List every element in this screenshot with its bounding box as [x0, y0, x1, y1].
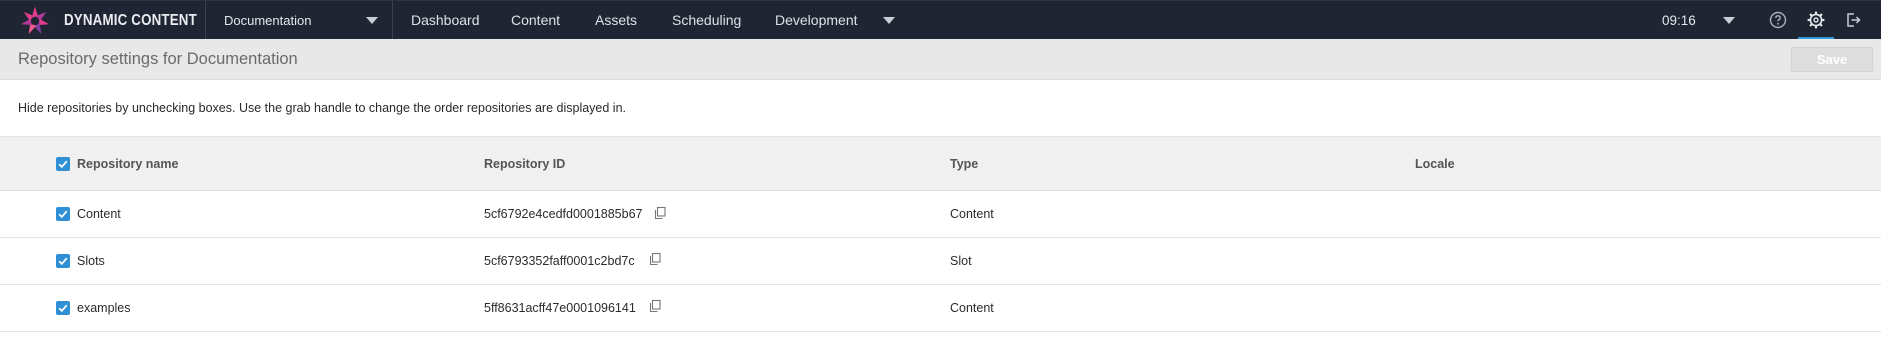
- table-row[interactable]: Slots 5cf6793352faff0001c2bd7c Slot: [0, 238, 1881, 285]
- dynamic-content-logo: [20, 6, 50, 34]
- column-header-locale: Locale: [1415, 157, 1455, 171]
- repository-name: Content: [77, 207, 121, 221]
- hub-selector-label: Documentation: [224, 13, 312, 28]
- page-header: Repository settings for Documentation Sa…: [0, 39, 1881, 80]
- save-button[interactable]: Save: [1791, 47, 1873, 72]
- divider: [205, 1, 206, 40]
- nav-content[interactable]: Content: [511, 1, 560, 40]
- nav-assets[interactable]: Assets: [595, 1, 637, 40]
- row-checkbox[interactable]: [56, 207, 70, 221]
- page-title: Repository settings for Documentation: [18, 50, 298, 68]
- help-icon[interactable]: [1768, 10, 1788, 30]
- repository-id: 5cf6792e4cedfd0001885b67: [484, 207, 643, 221]
- instructions-text: Hide repositories by unchecking boxes. U…: [18, 101, 627, 115]
- repository-id: 5cf6793352faff0001c2bd7c: [484, 254, 635, 268]
- brand-name: DYNAMIC CONTENT: [64, 11, 197, 29]
- copy-icon[interactable]: [653, 206, 667, 220]
- gear-icon[interactable]: [1806, 10, 1826, 30]
- repository-type: Content: [950, 301, 994, 315]
- select-all-checkbox[interactable]: [56, 157, 70, 171]
- table-header: Repository name Repository ID Type Local…: [0, 136, 1881, 191]
- row-checkbox[interactable]: [56, 301, 70, 315]
- repository-name: Slots: [77, 254, 105, 268]
- copy-icon[interactable]: [648, 252, 662, 266]
- nav-scheduling[interactable]: Scheduling: [672, 1, 741, 40]
- repository-id: 5ff8631acff47e0001096141: [484, 301, 636, 315]
- copy-icon[interactable]: [648, 299, 662, 313]
- chevron-down-icon[interactable]: [366, 17, 378, 24]
- repository-type: Content: [950, 207, 994, 221]
- checkbox-checked-icon: [58, 304, 68, 313]
- column-header-repository-name[interactable]: Repository name: [77, 137, 178, 192]
- checkbox-checked-icon: [58, 257, 68, 266]
- chevron-down-icon[interactable]: [883, 17, 895, 24]
- table-row[interactable]: Content 5cf6792e4cedfd0001885b67 Content: [0, 191, 1881, 238]
- top-navigation-bar: DYNAMIC CONTENT Documentation Dashboard …: [0, 0, 1881, 40]
- clock: 09:16: [1662, 13, 1696, 28]
- brand[interactable]: DYNAMIC CONTENT: [18, 1, 219, 40]
- logout-icon[interactable]: [1843, 10, 1863, 30]
- repository-type: Slot: [950, 254, 972, 268]
- checkbox-checked-icon: [58, 210, 68, 219]
- row-checkbox[interactable]: [56, 254, 70, 268]
- divider: [392, 1, 393, 40]
- column-header-repository-id: Repository ID: [484, 157, 566, 171]
- repository-name: examples: [77, 301, 131, 315]
- hub-selector[interactable]: Documentation: [224, 1, 376, 40]
- column-header-type: Type: [950, 157, 979, 171]
- nav-development[interactable]: Development: [775, 1, 858, 40]
- table-row[interactable]: examples 5ff8631acff47e0001096141 Conten…: [0, 285, 1881, 332]
- chevron-down-icon[interactable]: [1723, 17, 1735, 24]
- nav-dashboard[interactable]: Dashboard: [411, 1, 480, 40]
- checkbox-checked-icon: [58, 160, 68, 169]
